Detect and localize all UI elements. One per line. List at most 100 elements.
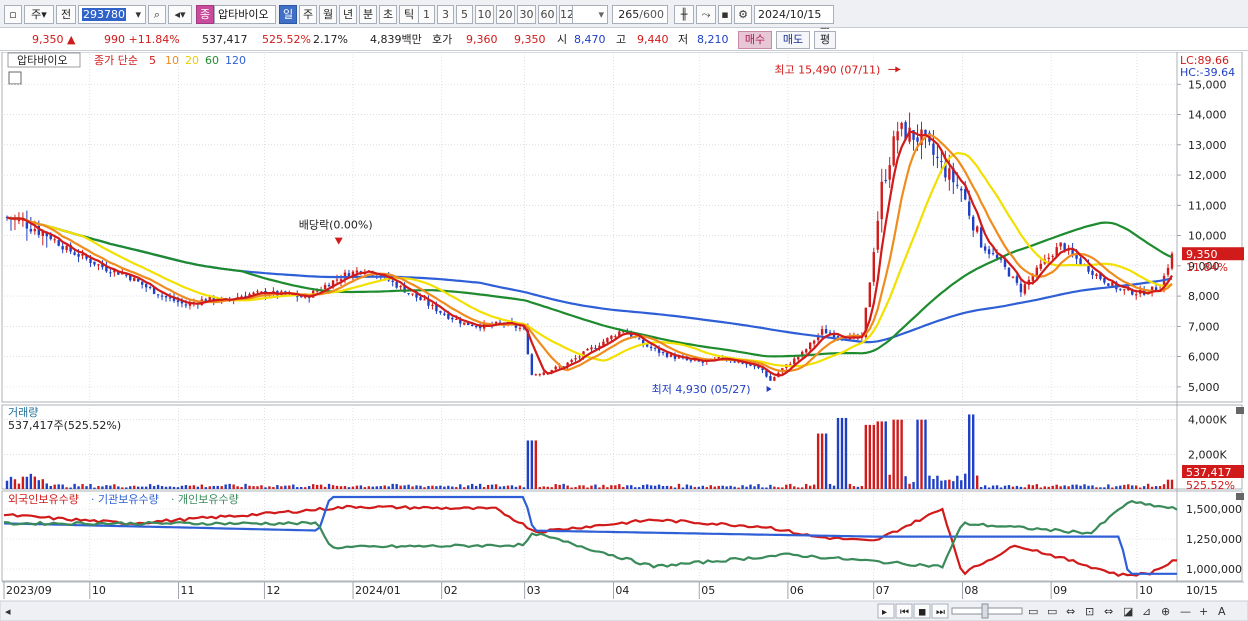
- volume-bar: [1091, 485, 1094, 489]
- window-menu-icon[interactable]: ▫: [4, 5, 22, 24]
- bar-count-input[interactable]: 265/600: [612, 5, 668, 24]
- scroll-control-icon: ⏮: [900, 607, 909, 618]
- volume-bar: [1166, 479, 1170, 489]
- timeframe-6-button[interactable]: 초: [379, 5, 397, 24]
- grid-toggle-icon[interactable]: [8, 71, 22, 85]
- volume-bar: [240, 486, 243, 489]
- interval-1-button[interactable]: 1: [418, 5, 435, 24]
- volume-bar: [248, 485, 251, 489]
- holdings-pane-close-icon[interactable]: [1236, 493, 1244, 500]
- buy-button[interactable]: 매수: [738, 31, 772, 49]
- volume-bar: [1135, 485, 1138, 489]
- draw-tool-icon[interactable]: ⤳: [696, 5, 716, 24]
- interval-60-button[interactable]: 60: [538, 5, 557, 24]
- volume-bar: [1142, 486, 1146, 489]
- candle-icon[interactable]: ╫: [674, 5, 694, 24]
- chevron-down-icon[interactable]: ▾: [134, 6, 142, 23]
- volume-bar: [172, 486, 176, 489]
- candle-body: [956, 184, 959, 186]
- legend-stock-name[interactable]: 압타바이오: [17, 54, 68, 67]
- prev-button[interactable]: 전: [56, 5, 76, 24]
- high-value: 9,440: [637, 33, 669, 46]
- open-label: 시: [557, 33, 568, 46]
- month-label: 07: [876, 584, 890, 597]
- candle-body: [204, 299, 208, 301]
- candle-body: [474, 326, 478, 328]
- candle-body: [542, 372, 545, 375]
- volume-bar: [33, 476, 37, 489]
- volume-bar: [1011, 486, 1015, 489]
- timeframe-3-button[interactable]: 월: [319, 5, 337, 24]
- volume-bar: [618, 484, 621, 489]
- interval-30-button[interactable]: 30: [517, 5, 536, 24]
- volume-bar: [236, 486, 239, 489]
- candle-body: [148, 286, 152, 288]
- month-label: 09: [1053, 584, 1067, 597]
- candle-body: [256, 291, 259, 293]
- volume-bar: [701, 485, 705, 489]
- timeframe-7-button[interactable]: 틱: [399, 5, 419, 24]
- interval-3-button[interactable]: 3: [437, 5, 454, 24]
- timeframe-4-button[interactable]: 년: [339, 5, 357, 24]
- chart-tool-icon: ◪: [1123, 605, 1133, 618]
- stock-code-input[interactable]: 293780 ▾: [78, 5, 146, 24]
- volume-bar: [995, 485, 999, 489]
- volume-pane-close-icon[interactable]: [1236, 407, 1244, 414]
- zoom-slider-handle[interactable]: [981, 603, 989, 619]
- chart-tool-icon: +: [1199, 605, 1208, 618]
- volume-bar: [506, 485, 510, 489]
- interval-custom-input[interactable]: ▾: [572, 5, 608, 24]
- timeframe-2-button[interactable]: 주: [299, 5, 317, 24]
- volume-bar: [268, 486, 271, 489]
- volume-bar: [649, 485, 653, 489]
- low-annotation: 최저 4,930 (05/27): [652, 383, 751, 396]
- timeframe-5-button[interactable]: 분: [359, 5, 377, 24]
- volume-bar: [93, 487, 96, 489]
- high-annotation: 최고 15,490 (07/11): [774, 63, 880, 76]
- legend-ma60: 60: [205, 54, 219, 67]
- candle-body: [53, 239, 56, 241]
- volume-bar: [1035, 484, 1039, 489]
- search-icon[interactable]: ⌕: [148, 5, 166, 24]
- volume-bar: [296, 487, 299, 489]
- candle-body: [1059, 242, 1062, 247]
- volume-bar: [37, 480, 41, 489]
- legend-ma120: 120: [225, 54, 246, 67]
- period-type-dropdown[interactable]: 주▾: [24, 5, 54, 24]
- volume-bar: [196, 486, 200, 489]
- chevron-down-icon[interactable]: ▾: [598, 6, 604, 23]
- timeframe-1-button[interactable]: 일: [279, 5, 297, 24]
- speaker-icon[interactable]: ◂▾: [168, 5, 192, 24]
- interval-5-button[interactable]: 5: [456, 5, 473, 24]
- tool-menu-icon[interactable]: ▪: [718, 5, 732, 24]
- interval-20-button[interactable]: 20: [496, 5, 515, 24]
- volume-bar: [880, 421, 883, 489]
- volume-bar: [272, 487, 275, 489]
- volume-bar: [455, 487, 458, 489]
- volume-bar: [431, 485, 434, 489]
- volume-bar: [522, 487, 526, 489]
- volume-bar: [924, 419, 927, 489]
- interval-10-button[interactable]: 10: [475, 5, 494, 24]
- stock-chart: 압타바이오 종가 단순 5 10 20 60 120 최고 15,490 (07…: [0, 52, 1248, 621]
- settings-icon[interactable]: ⚙: [734, 5, 752, 24]
- volume-bar: [208, 486, 211, 489]
- volume-bar: [1019, 486, 1023, 489]
- chart-tool-icon: A: [1218, 605, 1226, 618]
- volume-bar: [160, 486, 164, 489]
- sell-button[interactable]: 매도: [776, 31, 810, 49]
- volume-bar: [904, 476, 907, 489]
- date-input[interactable]: 2024/10/15▦: [754, 5, 834, 38]
- candle-body: [335, 279, 339, 281]
- volume-bar: [284, 485, 287, 489]
- volume-bar: [876, 421, 879, 489]
- volume-bar: [673, 487, 677, 489]
- candle-body: [880, 181, 883, 220]
- scrollbar-track[interactable]: [0, 600, 1248, 621]
- volume-bar: [968, 414, 971, 489]
- volume-bar: [184, 485, 188, 489]
- candle-body: [1107, 283, 1110, 286]
- volume-bar: [920, 419, 923, 489]
- eval-button[interactable]: 평: [814, 31, 836, 49]
- volume-bar: [1095, 487, 1098, 489]
